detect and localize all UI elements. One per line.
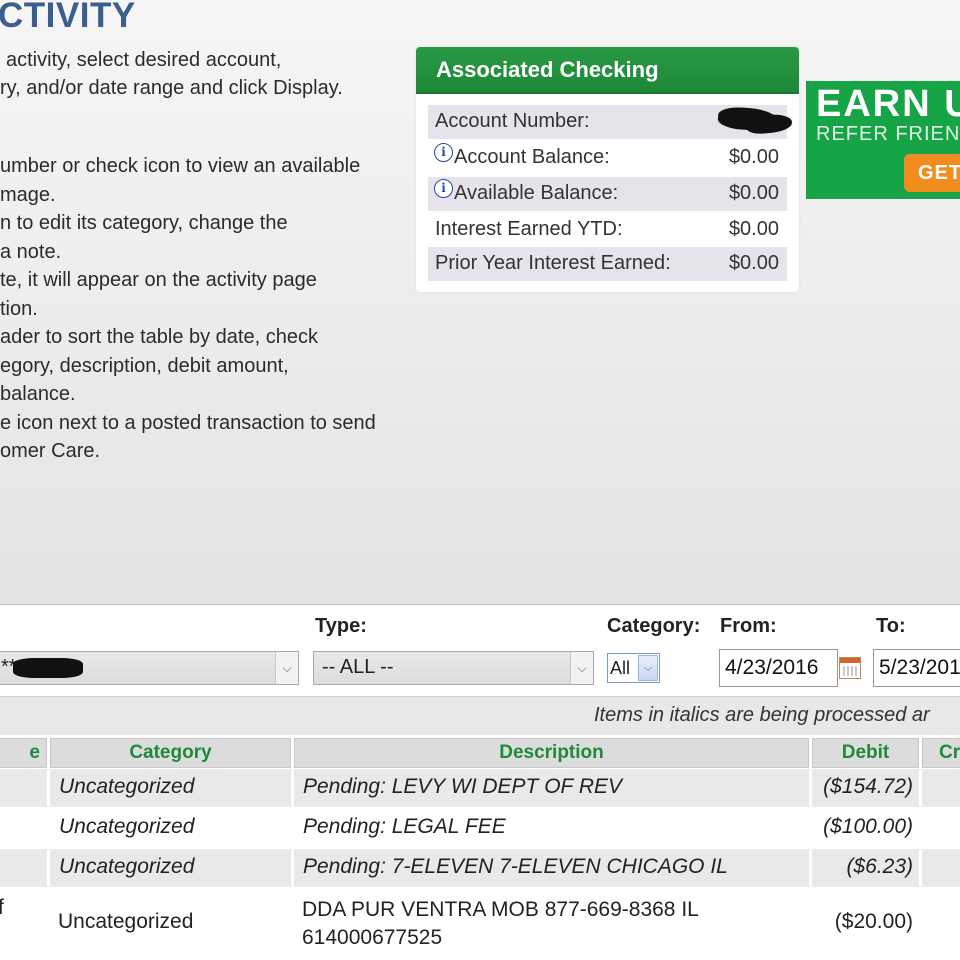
type-label: Type:: [315, 615, 367, 637]
chevron-down-icon[interactable]: ⌵: [275, 652, 298, 684]
available-balance-label: Available Balance:: [454, 182, 619, 204]
debit-cell: ($100.00): [823, 815, 913, 838]
from-date-input[interactable]: 4/23/2016: [719, 649, 838, 687]
available-balance-row: i Available Balance: $0.00: [428, 177, 787, 211]
info-icon[interactable]: i: [434, 143, 453, 162]
processing-info-text: Items in italics are being processed ar: [594, 704, 930, 726]
promo-get-button[interactable]: GET: [904, 154, 960, 192]
interest-ytd-label: Interest Earned YTD:: [435, 218, 623, 240]
account-balance-value: $0.00: [728, 146, 779, 168]
type-select-value: -- ALL --: [322, 656, 394, 678]
category-cell[interactable]: Uncategorized: [50, 892, 291, 952]
instruction-line: te, it will appear on the activity page: [0, 269, 317, 291]
instruction-line: ader to sort the table by date, check: [0, 326, 318, 348]
to-date-input[interactable]: 5/23/201: [873, 649, 960, 687]
description-cell[interactable]: Pending: LEVY WI DEPT OF REV: [294, 769, 809, 807]
interest-ytd-row: Interest Earned YTD: $0.00: [428, 213, 787, 247]
promo-banner[interactable]: EARN U REFER FRIEN GET: [806, 81, 960, 199]
category-label: Category:: [607, 615, 701, 637]
description-cell[interactable]: Pending: LEGAL FEE: [294, 809, 809, 847]
prior-year-interest-label: Prior Year Interest Earned:: [435, 252, 671, 274]
column-header-description[interactable]: Description: [294, 738, 809, 768]
description-cell[interactable]: DDA PUR VENTRA MOB 877-669-8368 IL 61400…: [294, 892, 809, 952]
credit-cell: [922, 809, 960, 847]
chevron-down-icon[interactable]: ⌵: [638, 655, 658, 681]
description-cell[interactable]: Pending: 7-ELEVEN 7-ELEVEN CHICAGO IL: [294, 849, 809, 887]
account-select[interactable]: ** ⌵: [0, 651, 299, 685]
description-line: 614000677525: [302, 926, 443, 949]
account-balance-label: Account Balance:: [454, 146, 610, 168]
available-balance-value: $0.00: [728, 182, 779, 204]
chevron-down-icon[interactable]: ⌵: [570, 652, 593, 684]
available-balance-label-wrap: i Available Balance:: [434, 179, 619, 205]
category-cell[interactable]: Uncategorized: [50, 769, 291, 807]
instruction-line: activity, select desired account,: [6, 49, 282, 71]
date-cell: [0, 809, 47, 847]
credit-cell: [922, 849, 960, 887]
instruction-line: n to edit its category, change the: [0, 212, 288, 234]
account-balance-row: i Account Balance: $0.00: [428, 141, 787, 175]
instruction-line: tion.: [0, 298, 38, 320]
account-number-row: Account Number:: [428, 105, 793, 139]
column-header-category[interactable]: Category: [50, 738, 291, 768]
to-label: To:: [876, 615, 906, 637]
category-select[interactable]: All ⌵: [607, 653, 660, 683]
instruction-line: umber or check icon to view an available: [0, 155, 361, 177]
prior-year-interest-value: $0.00: [728, 252, 779, 274]
debit-cell: ($6.23): [812, 849, 919, 887]
info-icon[interactable]: i: [434, 179, 453, 198]
instruction-line: a note.: [0, 241, 62, 263]
account-balance-label-wrap: i Account Balance:: [434, 143, 610, 169]
column-header-date[interactable]: e: [0, 738, 47, 768]
category-cell[interactable]: Uncategorized: [50, 809, 291, 847]
account-number-label: Account Number:: [435, 110, 590, 132]
prior-year-interest-row: Prior Year Interest Earned: $0.00: [428, 247, 787, 281]
date-cell: [0, 769, 47, 807]
page-title: CTIVITY: [0, 0, 136, 35]
from-label: From:: [720, 615, 777, 637]
calendar-icon[interactable]: [839, 657, 861, 679]
column-header-credit[interactable]: Cr: [922, 738, 960, 768]
instruction-line: egory, description, debit amount,: [0, 355, 289, 377]
debit-cell: ($20.00): [834, 910, 913, 933]
promo-subline: REFER FRIEN: [816, 123, 960, 145]
category-cell[interactable]: Uncategorized: [50, 849, 291, 887]
account-summary-box: Associated Checking Account Number: i Acc…: [416, 47, 799, 292]
category-select-value: All: [610, 658, 631, 678]
instruction-line: balance.: [0, 383, 76, 405]
top-panel: CTIVITY activity, select desired account…: [0, 0, 960, 605]
redaction-mark: [13, 658, 83, 678]
type-select[interactable]: -- ALL -- ⌵: [313, 651, 594, 685]
credit-cell: [922, 892, 960, 952]
debit-cell: ($154.72): [812, 769, 919, 807]
description-line: DDA PUR VENTRA MOB 877-669-8368 IL: [302, 898, 699, 921]
date-cell: f: [0, 896, 4, 919]
instruction-line: ry, and/or date range and click Display.: [0, 77, 343, 99]
column-header-debit[interactable]: Debit: [812, 738, 919, 768]
processing-info-bar: Items in italics are being processed ar: [0, 696, 960, 735]
interest-ytd-value: $0.00: [728, 218, 779, 240]
account-box-header: Associated Checking: [416, 47, 799, 94]
date-cell: [0, 849, 47, 887]
credit-cell: [922, 769, 960, 807]
promo-headline: EARN U: [816, 83, 960, 125]
instruction-line: omer Care.: [0, 440, 101, 462]
instruction-line: mage.: [0, 184, 56, 206]
instruction-line: e icon next to a posted transaction to s…: [0, 412, 376, 434]
